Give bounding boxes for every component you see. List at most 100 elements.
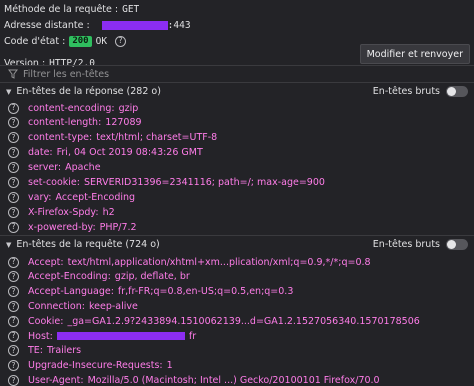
header-name: X-Firefox-Spdy: xyxy=(28,206,99,218)
response-headers-section[interactable]: ▼ En-têtes de la réponse (282 o) En-tête… xyxy=(0,83,474,100)
question-circle-icon[interactable]: ? xyxy=(8,300,19,312)
question-circle-icon[interactable]: ? xyxy=(8,286,19,298)
question-circle-icon[interactable]: ? xyxy=(8,206,19,218)
header-row[interactable]: ? Accept-Encoding: gzip, deflate, br xyxy=(0,270,474,284)
header-name: Accept: xyxy=(28,256,64,268)
header-name: Upgrade-Insecure-Requests: xyxy=(28,360,163,372)
header-name: set-cookie: xyxy=(28,177,80,188)
header-row[interactable]: ? content-type: text/html; charset=UTF-8 xyxy=(0,131,474,145)
raw-headers-toggle-response[interactable]: En-têtes bruts xyxy=(373,86,468,97)
question-circle-icon[interactable]: ? xyxy=(8,162,19,174)
header-name: vary: xyxy=(28,191,52,203)
header-value[interactable]: fr xyxy=(189,331,196,342)
redacted-address xyxy=(101,20,168,30)
filter-placeholder: Filtrer les en-têtes xyxy=(23,68,110,80)
header-row[interactable]: ? X-Firefox-Spdy: h2 xyxy=(0,205,474,219)
header-row[interactable]: ? Cookie: _ga=GA1.2.9?2433894.1510062139..… xyxy=(0,314,474,328)
funnel-icon xyxy=(8,69,18,79)
method-label: Méthode de la requête : xyxy=(4,3,119,15)
raw-headers-toggle-request[interactable]: En-têtes bruts xyxy=(373,239,468,250)
header-row[interactable]: ? Accept-Language: fr,fr-FR;q=0.8,en-US;q=… xyxy=(0,285,474,299)
question-circle-icon[interactable]: ? xyxy=(8,315,19,327)
header-name: server: xyxy=(28,162,62,174)
method-row: Méthode de la requête : GET xyxy=(4,1,470,17)
question-circle-icon[interactable]: ? xyxy=(8,374,19,386)
header-value[interactable]: keep-alive xyxy=(89,301,138,312)
request-headers-title: En-têtes de la requête (724 o) xyxy=(16,239,160,250)
header-value[interactable]: gzip, deflate, br xyxy=(115,271,190,282)
edit-and-resend-button[interactable]: Modifier et renvoyer xyxy=(359,44,470,64)
header-value[interactable]: Fri, 04 Oct 2019 08:43:26 GMT xyxy=(57,147,203,158)
address-label: Adresse distante : xyxy=(4,19,90,31)
header-value[interactable]: h2 xyxy=(103,207,115,218)
header-row[interactable]: ? Host: fr xyxy=(0,329,474,343)
header-name: content-type: xyxy=(28,132,93,144)
header-name: Accept-Encoding: xyxy=(28,271,111,283)
header-value[interactable]: PHP/7.2 xyxy=(100,222,137,233)
header-value[interactable]: 127089 xyxy=(105,117,141,128)
question-circle-icon[interactable]: ? xyxy=(8,271,19,283)
method-value[interactable]: GET xyxy=(122,4,139,15)
header-name: Cookie: xyxy=(28,315,64,327)
header-value[interactable]: Accept-Encoding xyxy=(55,192,135,203)
triangle-down-icon[interactable]: ▼ xyxy=(6,88,11,96)
address-row: Adresse distante : :443 xyxy=(4,17,470,33)
header-row[interactable]: ? set-cookie: SERVERID31396=2341116; path=… xyxy=(0,176,474,190)
header-row[interactable]: ? vary: Accept-Encoding xyxy=(0,190,474,204)
question-circle-icon[interactable]: ? xyxy=(8,221,19,233)
header-value[interactable]: _ga=GA1.2.9?2433894.1510062139...d=GA1.2… xyxy=(67,316,419,327)
request-headers-section[interactable]: ▼ En-têtes de la requête (724 o) En-tête… xyxy=(0,236,474,253)
header-row[interactable]: ? x-powered-by: PHP/7.2 xyxy=(0,220,474,234)
header-row[interactable]: ? server: Apache xyxy=(0,161,474,175)
header-row[interactable]: ? content-length: 127089 xyxy=(0,116,474,130)
header-name: User-Agent: xyxy=(28,374,84,386)
filter-headers-input[interactable]: Filtrer les en-têtes xyxy=(0,66,474,82)
header-value[interactable]: Mozilla/5.0 (Macintosh; Intel ...) Gecko… xyxy=(88,375,380,386)
question-circle-icon[interactable]: ? xyxy=(8,177,19,188)
toggle-switch[interactable] xyxy=(446,86,468,97)
header-name: x-powered-by: xyxy=(28,221,96,233)
header-value[interactable]: Trailers xyxy=(47,345,81,356)
header-row[interactable]: ? User-Agent: Mozilla/5.0 (Macintosh; Inte… xyxy=(0,373,474,386)
question-circle-icon[interactable]: ? xyxy=(8,132,19,144)
raw-headers-label: En-têtes bruts xyxy=(372,239,440,250)
header-value[interactable]: 1 xyxy=(167,360,173,371)
question-circle-icon[interactable]: ? xyxy=(8,345,19,357)
header-value[interactable]: text/html; charset=UTF-8 xyxy=(96,132,217,143)
response-headers-title: En-têtes de la réponse (282 o) xyxy=(16,86,161,97)
header-name: content-encoding: xyxy=(28,102,115,114)
toggle-switch[interactable] xyxy=(446,239,468,250)
redacted-host xyxy=(56,332,185,340)
question-circle-icon[interactable]: ? xyxy=(8,256,19,268)
header-value[interactable]: gzip xyxy=(119,103,139,114)
header-row[interactable]: ? content-encoding: gzip xyxy=(0,101,474,115)
header-row[interactable]: ? Accept: text/html,application/xhtml+xm..… xyxy=(0,255,474,269)
triangle-down-icon[interactable]: ▼ xyxy=(6,241,11,249)
header-name: content-length: xyxy=(28,117,102,129)
status-badge: 200 xyxy=(69,35,92,47)
question-circle-icon[interactable]: ? xyxy=(8,102,19,114)
question-circle-icon[interactable]: ? xyxy=(8,117,19,129)
question-circle-icon[interactable]: ? xyxy=(115,35,127,47)
raw-headers-label: En-têtes bruts xyxy=(372,86,440,97)
question-circle-icon[interactable]: ? xyxy=(8,330,19,342)
header-row[interactable]: ? TE: Trailers xyxy=(0,344,474,358)
header-name: Connection: xyxy=(28,300,85,312)
question-circle-icon[interactable]: ? xyxy=(8,147,19,159)
header-name: date: xyxy=(28,147,53,159)
header-value[interactable]: Apache xyxy=(65,162,100,173)
status-label: Code d'état : xyxy=(4,35,66,47)
header-value[interactable]: text/html,application/xhtml+xm...plicati… xyxy=(68,257,371,268)
question-circle-icon[interactable]: ? xyxy=(8,191,19,203)
header-name: Host: xyxy=(28,330,53,342)
header-value[interactable]: SERVERID31396=2341116; path=/; max-age=9… xyxy=(84,177,325,188)
header-value[interactable]: fr,fr-FR;q=0.8,en-US;q=0.5,en;q=0.3 xyxy=(118,286,294,297)
header-row[interactable]: ? Connection: keep-alive xyxy=(0,299,474,313)
header-name: Accept-Language: xyxy=(28,286,114,298)
header-row[interactable]: ? Upgrade-Insecure-Requests: 1 xyxy=(0,359,474,373)
header-row[interactable]: ? date: Fri, 04 Oct 2019 08:43:26 GMT xyxy=(0,146,474,160)
status-text: OK xyxy=(95,35,108,47)
address-port[interactable]: :443 xyxy=(168,20,191,31)
header-name: TE: xyxy=(28,345,44,357)
question-circle-icon[interactable]: ? xyxy=(8,360,19,372)
